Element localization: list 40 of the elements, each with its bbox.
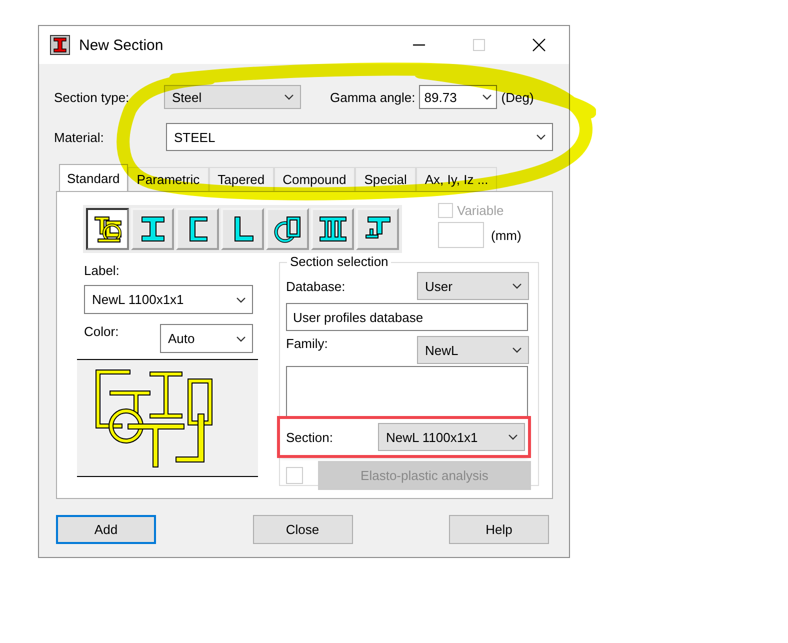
caret-icon — [236, 296, 246, 302]
label-dropdown[interactable]: NewL 1100x1x1 — [84, 285, 253, 314]
section-type-dropdown[interactable]: Steel — [164, 85, 301, 109]
section-list[interactable] — [286, 366, 528, 419]
database-dropdown[interactable]: User — [417, 272, 529, 300]
close-icon — [532, 38, 546, 52]
caret-icon — [284, 94, 294, 100]
caret-icon — [512, 347, 522, 353]
field-label: Color: — [84, 324, 120, 339]
caret-icon — [508, 434, 518, 440]
checkbox-label: Variable — [457, 203, 504, 218]
input-field[interactable] — [438, 222, 484, 248]
minimize-icon — [413, 44, 425, 46]
field-label: Section: — [286, 430, 333, 444]
field-label: Gamma angle: — [330, 90, 416, 104]
family-dropdown[interactable]: NewL — [417, 336, 529, 364]
caret-icon — [536, 134, 546, 140]
dialog-button[interactable]: Close — [252, 515, 352, 544]
group-title: Section selection — [287, 254, 392, 269]
caret-icon — [482, 94, 492, 100]
window-title: New Section — [79, 36, 164, 54]
unit-label: (mm) — [491, 228, 522, 242]
material-dropdown[interactable]: STEEL — [166, 123, 553, 151]
field-label: Material: — [54, 130, 105, 144]
field-label: Family: — [286, 336, 328, 351]
dialog-button[interactable]: Help — [449, 515, 549, 544]
color-dropdown[interactable]: Auto — [160, 324, 253, 353]
field-label: Section type: — [54, 90, 130, 104]
tab[interactable]: Standard — [59, 164, 128, 191]
dialog-button[interactable]: Add — [56, 515, 156, 544]
field-label: Label: — [84, 263, 120, 278]
section-shape-button[interactable] — [86, 208, 129, 250]
field-label: Database: — [286, 278, 346, 294]
gamma-angle-dropdown[interactable]: 89.73 — [419, 85, 498, 109]
caret-icon — [236, 336, 246, 342]
caret-icon — [512, 283, 522, 289]
section-dropdown[interactable]: NewL 1100x1x1 — [378, 423, 525, 451]
app-icon — [50, 35, 70, 55]
database-name-field[interactable]: User profiles database — [286, 303, 528, 331]
maximize-icon — [472, 38, 486, 52]
